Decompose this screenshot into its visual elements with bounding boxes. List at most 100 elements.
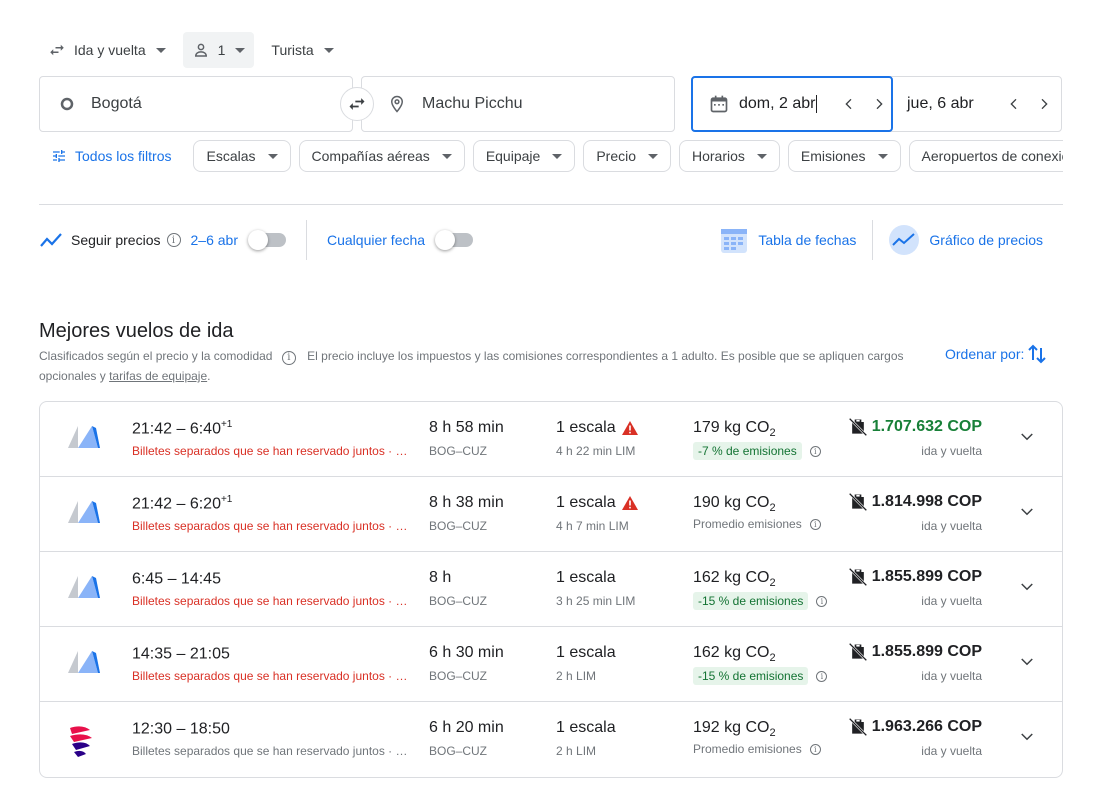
chip-label: Precio — [596, 148, 636, 164]
flight-list: 21:42 – 6:40+1 Billetes separados que se … — [39, 401, 1063, 778]
info-icon[interactable]: i — [809, 743, 821, 755]
co2-subscript: 2 — [769, 502, 776, 515]
separate-tickets-note: Billetes separados que se han reservado … — [132, 594, 414, 608]
chip-label: Horarios — [692, 148, 745, 164]
airline-logo — [66, 424, 102, 457]
sort-button[interactable]: Ordenar por: — [945, 344, 1047, 364]
passengers-select[interactable]: 1 — [182, 32, 255, 68]
flight-row[interactable]: 6:45 – 14:45 Billetes separados que se ha… — [40, 552, 1062, 627]
swap-button[interactable] — [340, 87, 374, 121]
flight-price: 1.855.899 COP — [848, 642, 982, 662]
chevron-right-icon[interactable] — [871, 96, 887, 112]
caret-down-icon — [441, 154, 452, 159]
expand-chevron-down-icon[interactable] — [1018, 728, 1036, 751]
filter-chip-price[interactable]: Precio — [583, 140, 671, 172]
all-filters-label: Todos los filtros — [75, 148, 172, 164]
co2-subscript: 2 — [769, 727, 776, 740]
cabin-label: Turista — [271, 42, 314, 58]
toggle-knob — [247, 230, 268, 250]
info-icon[interactable]: i — [809, 518, 821, 530]
co2-value: 162 kg CO — [693, 569, 770, 586]
flight-stops: 1 escala — [556, 419, 638, 437]
flight-row[interactable]: 12:30 – 18:50 Billetes separados que se h… — [40, 702, 1062, 777]
price-note: ida y vuelta — [921, 519, 982, 533]
day-offset: +1 — [220, 419, 233, 430]
chevron-left-icon[interactable] — [1006, 96, 1022, 112]
cabin-select[interactable]: Turista — [262, 32, 342, 68]
results-subtitle: Clasificados según el precio y la comodi… — [39, 346, 919, 386]
origin-field[interactable]: Bogotá — [39, 76, 353, 132]
any-date-label: Cualquier fecha — [326, 232, 426, 248]
track-range-toggle[interactable] — [247, 230, 286, 250]
no-bag-icon — [848, 567, 867, 587]
flight-row[interactable]: 21:42 – 6:20+1 Billetes separados que se … — [40, 477, 1062, 552]
calendar-icon — [710, 95, 728, 113]
any-date-toggle[interactable] — [435, 230, 474, 250]
flight-duration: 6 h 20 min — [429, 719, 504, 736]
airline-logo — [66, 499, 102, 532]
info-icon[interactable]: i — [816, 670, 828, 682]
flight-route: BOG–CUZ — [429, 444, 488, 458]
price-value: 1.963.266 COP — [871, 718, 982, 735]
filter-chip-emissions[interactable]: Emisiones — [787, 140, 901, 172]
filter-chip-bags[interactable]: Equipaje — [472, 140, 576, 172]
flight-time-range: 14:35 – 21:05 — [132, 645, 230, 663]
airline-logo — [66, 724, 96, 763]
layover-detail: 4 h 7 min LIM — [556, 519, 629, 533]
expand-chevron-down-icon[interactable] — [1018, 578, 1036, 601]
trip-options: Ida y vuelta 1 Turista — [39, 32, 343, 68]
emissions-badge: -15 % de emisiones — [693, 592, 809, 610]
bag-fees-link[interactable]: tarifas de equipaje — [109, 369, 207, 383]
chevron-left-icon[interactable] — [841, 96, 857, 112]
co2-value: 162 kg CO — [693, 644, 770, 661]
price-graph-button[interactable]: Gráfico de precios — [889, 225, 1043, 255]
airline-logo — [66, 649, 102, 682]
destination-field[interactable]: Machu Picchu — [361, 76, 675, 132]
co2-value: 190 kg CO — [693, 494, 770, 511]
info-icon[interactable]: i — [281, 351, 296, 365]
info-icon[interactable]: i — [809, 445, 821, 457]
price-value: 1.814.998 COP — [871, 493, 982, 510]
caret-down-icon — [756, 154, 767, 159]
separate-tickets-note: Billetes separados que se han reservado … — [132, 744, 414, 758]
depart-date-field[interactable]: dom, 2 abr — [691, 76, 893, 132]
caret-down-icon — [877, 154, 888, 159]
flight-time-range: 21:42 – 6:20 — [132, 495, 221, 513]
emissions-info: -15 % de emisiones i — [693, 592, 828, 610]
filter-chip-times[interactable]: Horarios — [679, 140, 780, 172]
flight-row[interactable]: 14:35 – 21:05 Billetes separados que se h… — [40, 627, 1062, 702]
emissions-info: -15 % de emisiones i — [693, 667, 828, 685]
co2-emissions: 192 kg CO2 — [693, 719, 776, 739]
price-tracking-row: Seguir precios i 2–6 abr Cualquier fecha… — [39, 220, 1063, 260]
filter-chip-connecting-airports[interactable]: Aeropuertos de conexión — [908, 140, 1063, 172]
results-title: Mejores vuelos de ida — [39, 320, 234, 342]
filter-chip-stops[interactable]: Escalas — [193, 140, 291, 172]
flight-price: 1.707.632 COP — [848, 417, 982, 437]
price-value: 1.855.899 COP — [871, 643, 982, 660]
price-note: ida y vuelta — [921, 444, 982, 458]
trip-type-select[interactable]: Ida y vuelta — [39, 32, 175, 68]
caret-down-icon — [323, 48, 334, 53]
co2-emissions: 190 kg CO2 — [693, 494, 776, 514]
expand-chevron-down-icon[interactable] — [1018, 653, 1036, 676]
tune-icon — [53, 150, 65, 162]
separate-tickets-note: Billetes separados que se han reservado … — [132, 444, 414, 458]
info-icon[interactable]: i — [816, 595, 828, 607]
filter-chip-airlines[interactable]: Compañías aéreas — [298, 140, 465, 172]
return-date-field[interactable]: jue, 6 abr — [892, 77, 1061, 131]
track-range: 2–6 abr — [190, 232, 238, 248]
trend-icon — [40, 233, 62, 247]
depart-date-value: dom, 2 abr — [739, 95, 816, 112]
chevron-right-icon[interactable] — [1036, 96, 1052, 112]
expand-chevron-down-icon[interactable] — [1018, 428, 1036, 451]
caret-down-icon — [648, 154, 658, 159]
all-filters-button[interactable]: Todos los filtros — [39, 148, 171, 164]
expand-chevron-down-icon[interactable] — [1018, 503, 1036, 526]
flight-row[interactable]: 21:42 – 6:40+1 Billetes separados que se … — [40, 402, 1062, 477]
date-grid-button[interactable]: Tabla de fechas — [720, 226, 856, 254]
price-note: ida y vuelta — [921, 594, 982, 608]
flight-times: 14:35 – 21:05 — [132, 644, 230, 663]
co2-subscript: 2 — [769, 577, 776, 590]
no-bag-icon — [848, 417, 867, 437]
info-icon[interactable]: i — [166, 233, 181, 247]
